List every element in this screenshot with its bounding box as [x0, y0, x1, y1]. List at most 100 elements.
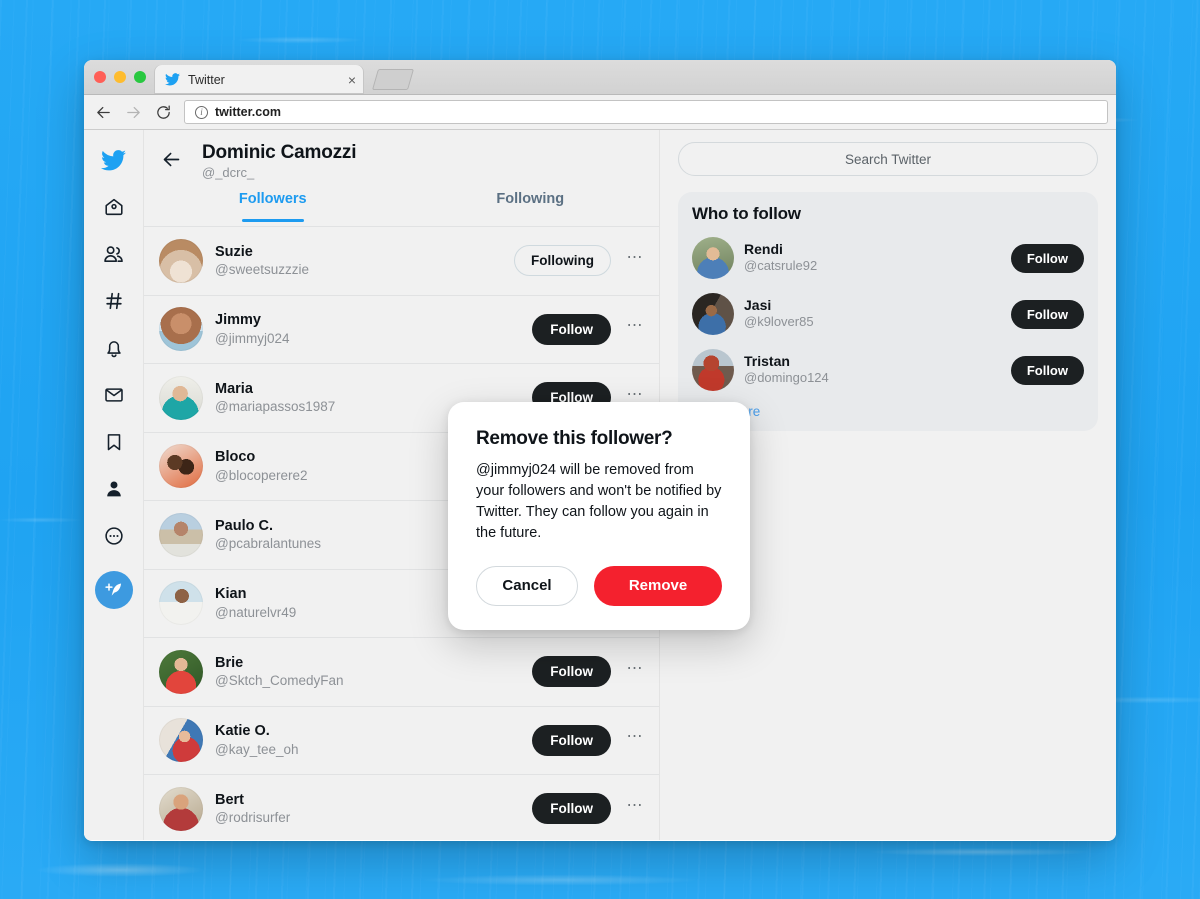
- user-identity: Suzie @sweetsuzzzie: [215, 243, 502, 279]
- avatar: [692, 349, 734, 391]
- compose-tweet-button[interactable]: [94, 571, 133, 609]
- sidebar-item-communities[interactable]: [94, 234, 134, 274]
- profile-header: Dominic Camozzi @_dcrc_: [144, 130, 659, 190]
- address-bar-url: twitter.com: [215, 105, 281, 119]
- sidebar-item-bookmarks[interactable]: [94, 422, 134, 462]
- avatar: [159, 649, 203, 694]
- list-item[interactable]: Tristan @domingo124 Follow: [678, 342, 1098, 398]
- list-item-handle: @rodrisurfer: [215, 810, 291, 826]
- remove-button[interactable]: Remove: [594, 565, 722, 606]
- list-item-handle: @jimmyj024: [215, 330, 290, 346]
- search-input[interactable]: Search Twitter: [678, 142, 1098, 176]
- new-tab-button[interactable]: [371, 69, 415, 90]
- table-row[interactable]: Jimmy @jimmyj024 Follow ⋯: [144, 294, 659, 364]
- avatar: [159, 307, 203, 352]
- person-icon: [103, 478, 125, 500]
- dialog-body: @jimmyj024 will be removed from your fol…: [476, 462, 722, 541]
- who-to-follow-title: Who to follow: [692, 204, 801, 223]
- list-item-name: Suzie: [215, 243, 253, 260]
- more-dots-icon[interactable]: ⋯: [623, 318, 647, 340]
- user-identity: Jimmy @jimmyj024: [215, 311, 520, 347]
- list-item-handle: @domingo124: [744, 370, 829, 386]
- profile-identity: Dominic Camozzi @_dcrc_: [202, 142, 357, 180]
- back-arrow-icon[interactable]: [156, 144, 186, 174]
- more-dots-icon[interactable]: ⋯: [623, 797, 647, 820]
- list-item-name: Jimmy: [215, 312, 261, 329]
- browser-toolbar: i twitter.com: [84, 95, 1116, 130]
- table-row[interactable]: Brie @Sktch_ComedyFan Follow ⋯: [144, 637, 659, 706]
- address-bar[interactable]: i twitter.com: [184, 100, 1108, 124]
- sidebar-item-home[interactable]: [94, 187, 134, 227]
- sidebar-item-messages[interactable]: [94, 375, 134, 415]
- minimize-window-button[interactable]: [114, 71, 126, 83]
- dialog-title: Remove this follower?: [476, 428, 673, 449]
- page-title: Dominic Camozzi: [202, 142, 357, 163]
- window-traffic-lights: [94, 71, 146, 83]
- hashtag-icon: [103, 290, 125, 312]
- forward-button[interactable]: [120, 99, 146, 125]
- who-to-follow-card: Who to follow Rendi @catsrule92 Follow J…: [678, 192, 1098, 431]
- back-button[interactable]: [90, 99, 116, 125]
- tab-following[interactable]: Following: [402, 190, 660, 226]
- follow-button[interactable]: Follow: [1010, 355, 1084, 385]
- table-row[interactable]: Suzie @sweetsuzzzie Following ⋯: [144, 226, 659, 295]
- list-item-name: Tristan: [744, 352, 790, 369]
- avatar: [159, 375, 203, 420]
- list-item-handle: @sweetsuzzzie: [215, 262, 309, 278]
- avatar: [159, 581, 203, 626]
- list-item-name: Katie O.: [215, 723, 270, 740]
- more-dots-icon[interactable]: ⋯: [623, 660, 647, 683]
- sidebar-item-explore[interactable]: [94, 281, 134, 321]
- user-identity: Katie O. @kay_tee_oh: [215, 722, 520, 758]
- twitter-bird-icon: [101, 149, 126, 171]
- follow-button[interactable]: Follow: [1010, 243, 1084, 273]
- follow-button[interactable]: Follow: [532, 793, 611, 825]
- follow-button[interactable]: Follow: [1010, 299, 1084, 329]
- more-circle-icon: [103, 525, 125, 547]
- user-identity: Bert @rodrisurfer: [215, 791, 520, 827]
- list-item-name: Jasi: [744, 296, 772, 313]
- site-info-icon[interactable]: i: [195, 105, 208, 119]
- list-item[interactable]: Jasi @k9lover85 Follow: [678, 286, 1098, 342]
- list-item[interactable]: Rendi @catsrule92 Follow: [678, 230, 1098, 286]
- tab-followers[interactable]: Followers: [144, 190, 402, 226]
- tab-following-label: Following: [496, 191, 565, 207]
- list-item-handle: @catsrule92: [744, 258, 818, 274]
- sidebar-item-profile[interactable]: [94, 469, 134, 509]
- avatar: [159, 718, 203, 763]
- browser-tab[interactable]: Twitter ×: [154, 65, 364, 94]
- close-icon[interactable]: ×: [348, 73, 356, 87]
- avatar: [692, 237, 734, 279]
- more-dots-icon[interactable]: ⋯: [623, 729, 647, 751]
- avatar: [159, 444, 203, 489]
- close-window-button[interactable]: [94, 71, 106, 83]
- follow-button[interactable]: Follow: [532, 724, 611, 756]
- list-item-name: Rendi: [744, 240, 783, 257]
- sidebar-item-notifications[interactable]: [94, 328, 134, 368]
- home-icon: [103, 196, 125, 218]
- follow-button[interactable]: Follow: [532, 313, 611, 345]
- avatar: [159, 512, 203, 557]
- list-item-handle: @k9lover85: [744, 314, 814, 330]
- bookmark-icon: [103, 431, 125, 453]
- more-dots-icon[interactable]: ⋯: [623, 249, 647, 272]
- twitter-bird-icon: [165, 73, 180, 86]
- avatar: [159, 238, 203, 283]
- list-item-handle: @kay_tee_oh: [215, 741, 299, 757]
- remove-follower-dialog: Remove this follower? @jimmyj024 will be…: [448, 402, 750, 630]
- user-identity: Jasi @k9lover85: [744, 297, 1001, 331]
- tab-followers-label: Followers: [238, 191, 307, 207]
- cancel-button[interactable]: Cancel: [476, 565, 578, 606]
- reload-button[interactable]: [150, 99, 176, 125]
- follow-button[interactable]: Follow: [532, 656, 611, 688]
- sidebar-item-more[interactable]: [94, 516, 134, 556]
- maximize-window-button[interactable]: [134, 71, 146, 83]
- table-row[interactable]: Bert @rodrisurfer Follow ⋯: [144, 774, 659, 840]
- avatar: [692, 293, 734, 335]
- following-button[interactable]: Following: [514, 245, 611, 277]
- table-row[interactable]: Katie O. @kay_tee_oh Follow ⋯: [144, 705, 659, 775]
- sidebar-item-twitter[interactable]: [94, 140, 134, 180]
- list-item-name: Maria: [215, 380, 253, 397]
- list-item-handle: @Sktch_ComedyFan: [215, 673, 344, 689]
- followers-following-tabs: Followers Following: [144, 190, 659, 226]
